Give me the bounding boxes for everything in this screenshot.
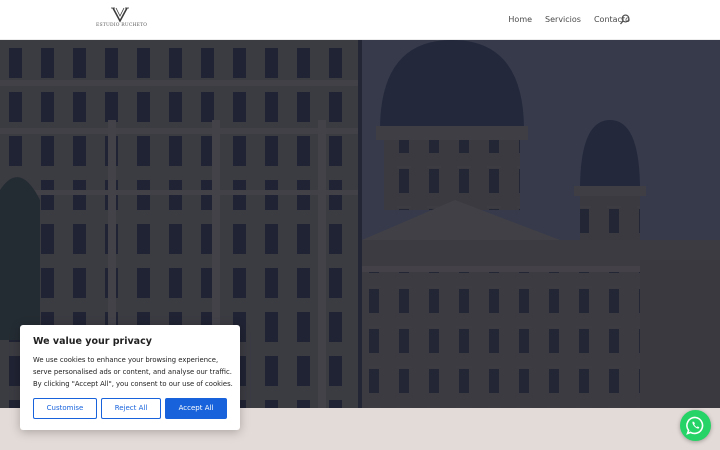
cookie-title: We value your privacy xyxy=(33,336,152,347)
nav-link-servicios[interactable]: Servicios xyxy=(545,14,581,26)
cookie-description: We use cookies to enhance your browsing … xyxy=(33,356,233,388)
logo-text: ESTUDIO RUCHETO xyxy=(96,23,148,28)
customise-button[interactable]: Customise xyxy=(33,398,97,419)
site-logo[interactable]: ESTUDIO RUCHETO xyxy=(96,6,148,32)
search-icon[interactable] xyxy=(619,14,631,26)
main-nav: Home Servicios Contacto xyxy=(508,14,630,26)
logo-mark-icon xyxy=(111,7,129,23)
cookie-consent-banner: We value your privacy We use cookies to … xyxy=(20,325,240,430)
whatsapp-chat-button[interactable] xyxy=(680,410,711,441)
accept-all-button[interactable]: Accept All xyxy=(165,398,227,419)
nav-link-home[interactable]: Home xyxy=(508,14,532,26)
whatsapp-icon xyxy=(686,416,704,435)
site-header: ESTUDIO RUCHETO Home Servicios Contacto xyxy=(0,0,720,40)
reject-all-button[interactable]: Reject All xyxy=(101,398,161,419)
